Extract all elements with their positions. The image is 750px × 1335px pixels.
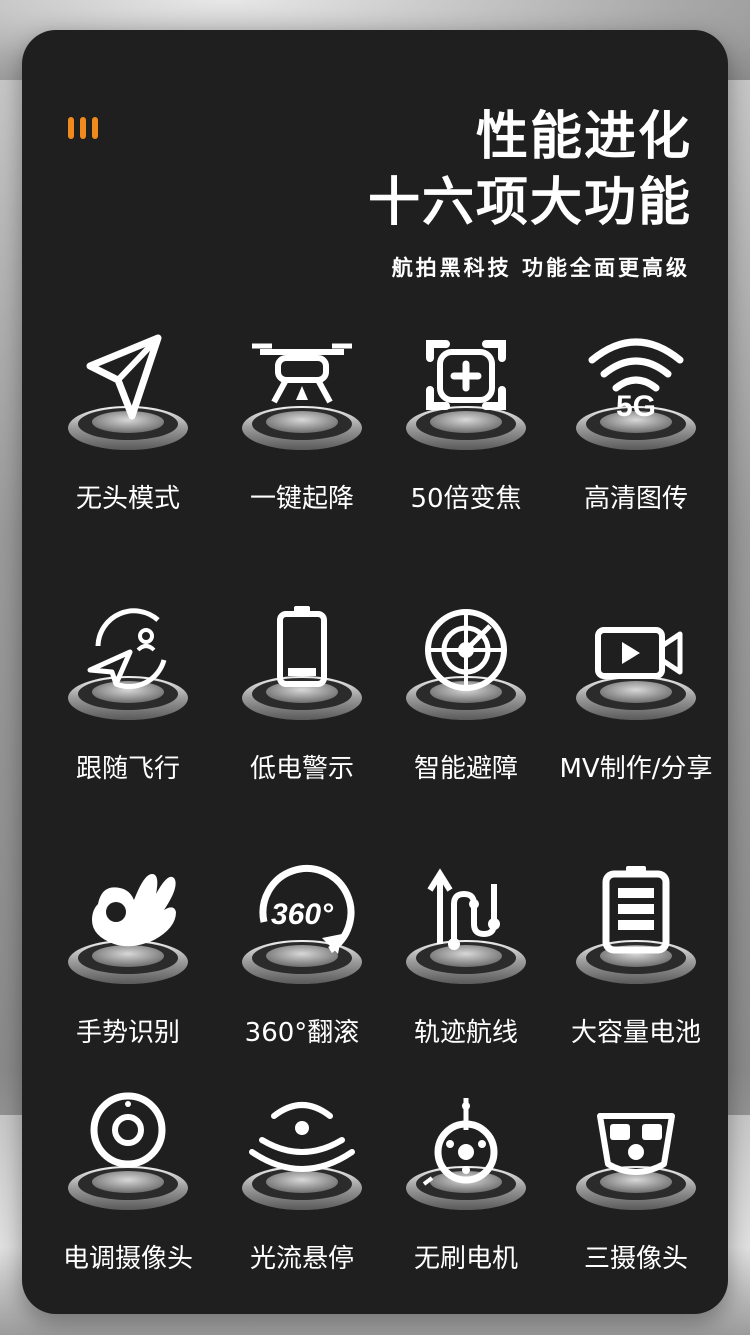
webcam-icon xyxy=(40,1090,216,1220)
page-title: 性能进化 十六项大功能 xyxy=(368,104,692,236)
feature-label: 电调摄像头 xyxy=(62,1244,193,1274)
ok-hand-icon xyxy=(40,864,216,994)
title-line-2: 十六项大功能 xyxy=(367,173,692,233)
paper-plane-icon xyxy=(40,330,216,460)
low-battery-icon xyxy=(214,600,390,730)
feature-hd-transmission: 5G 高清图传 xyxy=(548,330,724,560)
feature-label: 智能避障 xyxy=(413,754,518,784)
accent-bars xyxy=(68,117,98,139)
feature-360-flip: 360° 360°翻滚 xyxy=(214,864,390,1094)
feature-gesture-recognition: 手势识别 xyxy=(40,864,216,1094)
zoom-frame-icon xyxy=(378,330,554,460)
5g-wifi-icon: 5G xyxy=(548,330,724,460)
feature-label: 无头模式 xyxy=(75,484,180,514)
rotate-360-icon: 360° xyxy=(214,864,390,994)
radar-icon xyxy=(378,600,554,730)
video-camera-icon xyxy=(548,600,724,730)
feature-label: 无刷电机 xyxy=(413,1244,518,1274)
page-subtitle: 航拍黑科技 功能全面更高级 xyxy=(391,256,690,280)
feature-label: 大容量电池 xyxy=(570,1018,701,1048)
drone-icon xyxy=(214,330,390,460)
follow-plane-icon xyxy=(40,600,216,730)
feature-label: MV制作/分享 xyxy=(559,754,713,784)
battery-full-icon xyxy=(548,864,724,994)
feature-label: 轨迹航线 xyxy=(413,1018,518,1048)
feature-mv-share: MV制作/分享 xyxy=(548,600,724,830)
brushless-motor-icon xyxy=(378,1090,554,1220)
feature-headless-mode: 无头模式 xyxy=(40,330,216,560)
title-line-1: 性能进化 xyxy=(475,107,692,167)
feature-label: 跟随飞行 xyxy=(75,754,180,784)
feature-label: 三摄像头 xyxy=(583,1244,688,1274)
optical-flow-icon xyxy=(214,1090,390,1220)
feature-label: 手势识别 xyxy=(75,1018,180,1048)
feature-large-battery: 大容量电池 xyxy=(548,864,724,1094)
feature-triple-camera: 三摄像头 xyxy=(548,1090,724,1320)
feature-label: 50倍变焦 xyxy=(410,484,522,514)
flight-path-icon xyxy=(378,864,554,994)
360-text: 360° xyxy=(271,898,334,931)
feature-trajectory: 轨迹航线 xyxy=(378,864,554,1094)
feature-obstacle-avoidance: 智能避障 xyxy=(378,600,554,830)
feature-low-battery-alert: 低电警示 xyxy=(214,600,390,830)
feature-one-key-takeoff: 一键起降 xyxy=(214,330,390,560)
feature-label: 高清图传 xyxy=(583,484,688,514)
feature-50x-zoom: 50倍变焦 xyxy=(378,330,554,560)
feature-optical-flow: 光流悬停 xyxy=(214,1090,390,1320)
feature-adjustable-camera: 电调摄像头 xyxy=(40,1090,216,1320)
feature-follow-flight: 跟随飞行 xyxy=(40,600,216,830)
5g-text: 5G xyxy=(616,390,656,423)
triple-camera-icon xyxy=(548,1090,724,1220)
feature-brushless-motor: 无刷电机 xyxy=(378,1090,554,1320)
